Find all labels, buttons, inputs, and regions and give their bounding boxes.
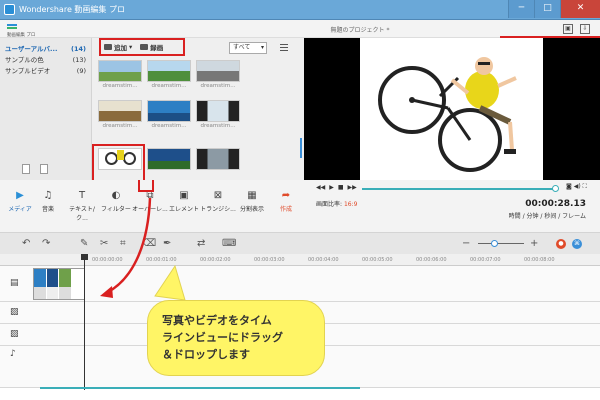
instruction-callout: 写真やビデオをタイム ラインビューにドラッグ ＆ドロップします <box>147 300 325 376</box>
callout-line: ラインビューにドラッグ <box>162 331 283 344</box>
callout-line: ＆ドロップします <box>162 348 250 361</box>
callout-line: 写真やビデオをタイム <box>162 314 272 327</box>
